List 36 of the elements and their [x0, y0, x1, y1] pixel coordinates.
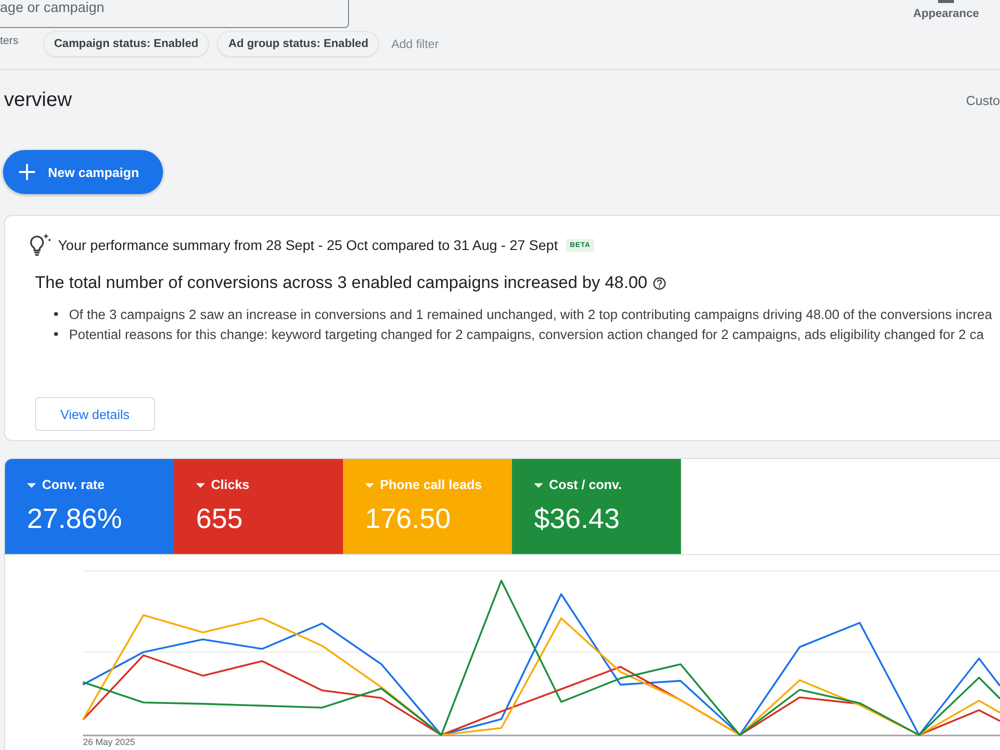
metric-value: 176.50 [365, 503, 451, 535]
caret-icon [365, 482, 374, 488]
metric-tile[interactable]: Cost / conv. $36.43 [512, 459, 681, 554]
search-field[interactable]: age or campaign [0, 0, 349, 28]
metric-value: 27.86% [27, 503, 122, 535]
bullet-icon [54, 332, 58, 336]
bullet-icon [54, 312, 58, 316]
filter-chip[interactable]: Campaign status: Enabled [43, 31, 210, 57]
metric-value: 655 [196, 503, 243, 535]
help-icon[interactable] [653, 276, 666, 290]
plus-icon [19, 164, 35, 180]
metric-label: Cost / conv. [549, 477, 622, 493]
view-details-button[interactable]: View details [35, 397, 155, 431]
appearance-button[interactable]: Appearance [913, 0, 979, 21]
axis-date-label: 26 May 2025 [83, 737, 136, 748]
caret-icon [196, 482, 205, 488]
lightbulb-icon [27, 233, 51, 257]
bar-icon [938, 0, 954, 3]
caret-icon [534, 482, 543, 488]
summary-bullet: Potential reasons for this change: keyword targeting changed for 2 campaigns, conversion action changed for 2 campaigns, ads eligibility changed for 2 ca [69, 326, 984, 342]
new-campaign-button[interactable]: New campaign [3, 150, 163, 194]
metric-value: $36.43 [534, 503, 620, 535]
page-title: verview [4, 88, 72, 112]
metric-tile[interactable]: Clicks 655 [174, 459, 343, 554]
summary-headline: The total number of conversions across 3 enabled campaigns increased by 48.00 [35, 272, 648, 294]
metric-label: Phone call leads [380, 477, 482, 493]
metric-label: Clicks [211, 477, 250, 493]
metric-label: Conv. rate [42, 477, 105, 493]
metric-tile[interactable]: Conv. rate 27.86% [5, 459, 174, 554]
caret-icon [27, 482, 36, 488]
header-link[interactable]: Custo [966, 92, 1000, 108]
filter-chip[interactable]: Ad group status: Enabled [217, 31, 380, 57]
summary-title: Your performance summary from 28 Sept - 25 Oct compared to 31 Aug - 27 Sept [58, 237, 558, 253]
add-filter-button[interactable]: Add filter [391, 37, 439, 51]
filters-label: ters [0, 35, 20, 47]
summary-bullet: Of the 3 campaigns 2 saw an increase in conversions and 1 remained unchanged, with 2 top contributing campaigns driving 48.00 of the conversions increa [69, 306, 992, 322]
